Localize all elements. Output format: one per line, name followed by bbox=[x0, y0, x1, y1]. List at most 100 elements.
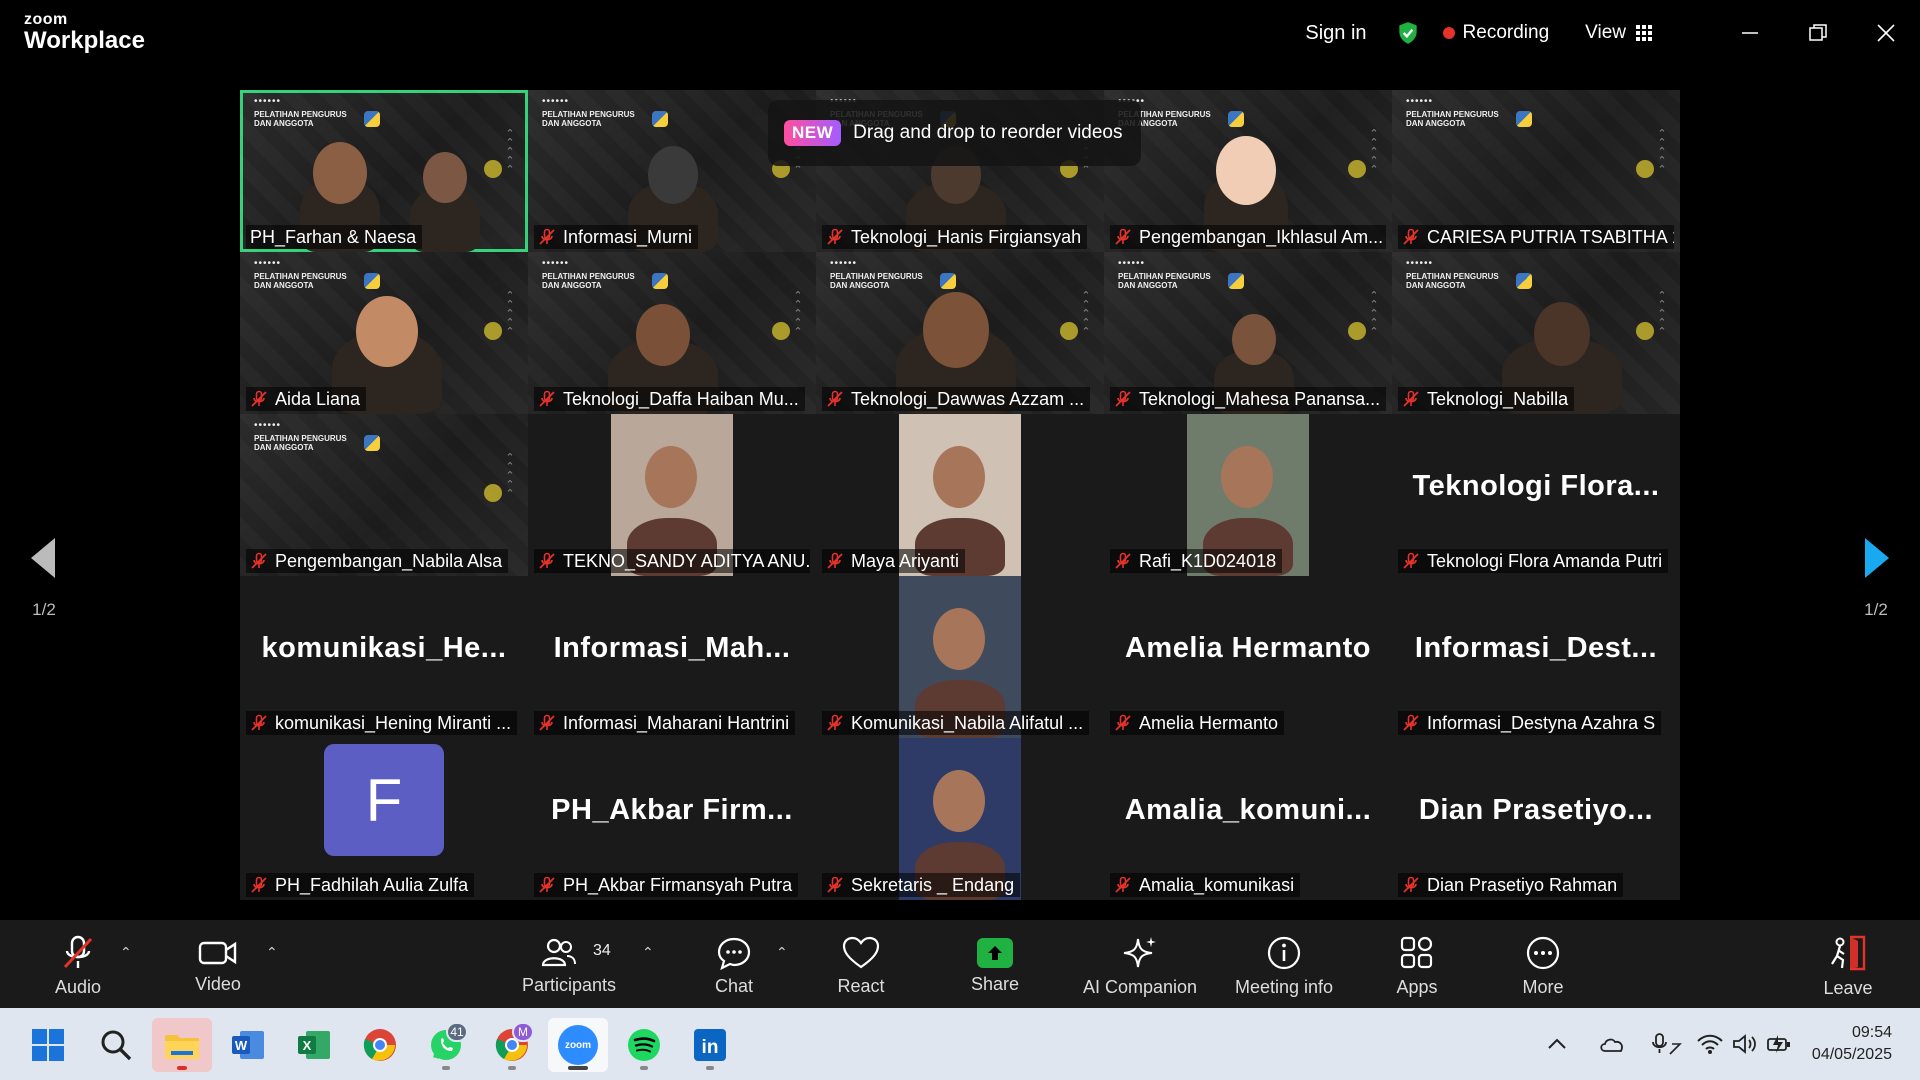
previous-page-nav[interactable]: 1/2 bbox=[14, 536, 74, 620]
taskbar-chrome-profile[interactable]: M bbox=[484, 1018, 540, 1072]
taskbar-excel[interactable]: X bbox=[286, 1018, 342, 1072]
participant-video-tile[interactable]: komunikasi_He... komunikasi_Hening Mirant… bbox=[240, 576, 528, 738]
participant-video-tile[interactable]: F PH_Fadhilah Aulia Zulfa bbox=[240, 738, 528, 900]
word-icon: W bbox=[232, 1031, 264, 1059]
ai-companion-button[interactable]: AI Companion bbox=[1080, 926, 1200, 1006]
leave-button[interactable]: Leave bbox=[1810, 926, 1886, 1006]
taskbar-spotify[interactable] bbox=[616, 1018, 672, 1072]
share-label: Share bbox=[970, 973, 1020, 994]
mic-off-icon bbox=[827, 228, 843, 245]
previous-page-arrow-icon[interactable] bbox=[29, 536, 59, 580]
participant-video-tile[interactable]: Amalia_komuni... Amalia_komunikasi bbox=[1104, 738, 1392, 900]
heart-icon bbox=[842, 936, 880, 968]
slide-dots: •••••• bbox=[254, 96, 282, 107]
taskbar-zoom[interactable]: zoom bbox=[548, 1018, 608, 1072]
participant-name: Teknologi_Nabilla bbox=[1427, 388, 1569, 409]
reorder-tip-banner: NEW Drag and drop to reorder videos bbox=[768, 100, 1141, 166]
participants-button[interactable]: Participants bbox=[514, 926, 624, 1006]
audio-options-chevron-icon[interactable]: ⌃ bbox=[120, 944, 132, 961]
meeting-toolbar: Audio ⌃ Video ⌃ Participants 34 ⌃ Chat ⌃… bbox=[0, 920, 1920, 1008]
search-button[interactable] bbox=[88, 1018, 144, 1072]
participant-video-tile[interactable]: ••••••PELATIHAN PENGURUS DAN ANGGOTA⌃⌃⌃⌃… bbox=[240, 90, 528, 252]
participant-video-tile[interactable]: Rafi_K1D024018 bbox=[1104, 414, 1392, 576]
python-logo-icon bbox=[364, 111, 380, 127]
participant-video-tile[interactable]: Amelia Hermanto Amelia Hermanto bbox=[1104, 576, 1392, 738]
taskbar-linkedin[interactable]: in bbox=[682, 1018, 738, 1072]
audio-button[interactable]: Audio bbox=[44, 926, 112, 1006]
chat-options-chevron-icon[interactable]: ⌃ bbox=[776, 944, 788, 961]
python-logo-icon bbox=[364, 273, 380, 289]
svg-text:X: X bbox=[303, 1038, 312, 1053]
participant-video-tile[interactable]: ••••••PELATIHAN PENGURUS DAN ANGGOTA⌃⌃⌃⌃… bbox=[240, 414, 528, 576]
participant-video-tile[interactable]: ••••••PELATIHAN PENGURUS DAN ANGGOTA⌃⌃⌃⌃… bbox=[1392, 252, 1680, 414]
minimize-button[interactable] bbox=[1716, 0, 1784, 66]
participant-video-tile[interactable]: Informasi_Mah... Informasi_Maharani Hantr… bbox=[528, 576, 816, 738]
slide-dots: •••••• bbox=[830, 258, 858, 269]
more-button[interactable]: More bbox=[1508, 926, 1578, 1006]
share-button[interactable]: Share bbox=[962, 926, 1028, 1006]
taskbar-file-explorer[interactable] bbox=[152, 1018, 212, 1072]
participant-video-tile[interactable]: ••••••PELATIHAN PENGURUS DAN ANGGOTA⌃⌃⌃⌃… bbox=[1104, 90, 1392, 252]
participant-video-tile[interactable]: ••••••PELATIHAN PENGURUS DAN ANGGOTA⌃⌃⌃⌃… bbox=[528, 252, 816, 414]
participant-name-label: Pengembangan_Nabila Alsa bbox=[246, 549, 509, 573]
decorative-dot bbox=[1348, 322, 1366, 340]
recording-indicator[interactable]: Recording bbox=[1442, 22, 1549, 44]
next-page-nav[interactable]: 1/2 bbox=[1846, 536, 1906, 620]
participant-display-name: Dian Prasetiyo... bbox=[1418, 794, 1654, 826]
battery-charging-icon[interactable] bbox=[1766, 1033, 1794, 1055]
react-button[interactable]: React bbox=[826, 926, 896, 1006]
view-button[interactable]: View bbox=[1585, 22, 1652, 44]
meeting-info-button[interactable]: Meeting info bbox=[1228, 926, 1340, 1006]
sign-in-link[interactable]: Sign in bbox=[1305, 22, 1366, 45]
participant-name: Pengembangan_Nabila Alsa bbox=[275, 550, 503, 571]
taskbar-whatsapp[interactable]: 41 bbox=[418, 1018, 474, 1072]
zoom-workplace-logo: zoom Workplace bbox=[24, 12, 145, 53]
participant-video-tile[interactable]: Komunikasi_Nabila Alifatul ... bbox=[816, 576, 1104, 738]
participant-name-label: Informasi_Destyna Azahra S bbox=[1398, 711, 1662, 735]
participant-face bbox=[356, 296, 418, 368]
participant-video-tile[interactable]: TEKNO_SANDY ADITYA ANU... bbox=[528, 414, 816, 576]
video-button[interactable]: Video bbox=[184, 926, 252, 1006]
taskbar-chrome[interactable] bbox=[352, 1018, 408, 1072]
participants-label: Participants bbox=[521, 974, 617, 995]
mic-off-icon bbox=[1403, 714, 1419, 731]
next-page-arrow-icon[interactable] bbox=[1861, 536, 1891, 580]
folder-icon bbox=[165, 1035, 199, 1059]
participant-video-tile[interactable]: PH_Akbar Firm... PH_Akbar Firmansyah Putr… bbox=[528, 738, 816, 900]
taskbar-word[interactable]: W bbox=[220, 1018, 276, 1072]
participant-avatar: F bbox=[324, 744, 444, 856]
slide-dots: •••••• bbox=[1118, 258, 1146, 269]
decorative-dot bbox=[1636, 160, 1654, 178]
python-logo-icon bbox=[1516, 273, 1532, 289]
participant-name-label: PH_Fadhilah Aulia Zulfa bbox=[246, 873, 475, 897]
participant-video-tile[interactable]: ••••••PELATIHAN PENGURUS DAN ANGGOTA⌃⌃⌃⌃… bbox=[1392, 90, 1680, 252]
participant-video-tile[interactable]: Dian Prasetiyo... Dian Prasetiyo Rahman bbox=[1392, 738, 1680, 900]
chevron-stack-icon: ⌃⌃⌃⌃⌃ bbox=[1369, 128, 1379, 176]
participant-name: PH_Fadhilah Aulia Zulfa bbox=[275, 874, 469, 895]
participant-video-tile[interactable]: ••••••PELATIHAN PENGURUS DAN ANGGOTA⌃⌃⌃⌃… bbox=[816, 252, 1104, 414]
microphone-in-use-icon[interactable] bbox=[1650, 1032, 1682, 1056]
wifi-icon[interactable] bbox=[1696, 1033, 1724, 1055]
participant-name-label: Teknologi Flora Amanda Putri bbox=[1398, 549, 1669, 573]
participant-video-tile[interactable]: ••••••PELATIHAN PENGURUS DAN ANGGOTA⌃⌃⌃⌃… bbox=[1104, 252, 1392, 414]
onedrive-cloud-icon[interactable] bbox=[1598, 1033, 1626, 1055]
participant-video-tile[interactable]: Maya Ariyanti bbox=[816, 414, 1104, 576]
participant-video-tile[interactable]: ••••••PELATIHAN PENGURUS DAN ANGGOTA⌃⌃⌃⌃… bbox=[240, 252, 528, 414]
chat-button[interactable]: Chat bbox=[700, 926, 768, 1006]
apps-button[interactable]: Apps bbox=[1382, 926, 1452, 1006]
logo-bottom-text: Workplace bbox=[24, 27, 145, 54]
start-button[interactable] bbox=[20, 1018, 76, 1072]
participant-video-tile[interactable]: Teknologi Flora... Teknologi Flora Amanda… bbox=[1392, 414, 1680, 576]
shield-check-icon[interactable] bbox=[1395, 20, 1421, 46]
video-options-chevron-icon[interactable]: ⌃ bbox=[266, 944, 278, 961]
close-window-button[interactable] bbox=[1852, 0, 1920, 66]
taskbar-clock[interactable]: 09:54 04/05/2025 bbox=[1812, 1022, 1892, 1066]
mic-off-icon bbox=[251, 714, 267, 731]
participants-options-chevron-icon[interactable]: ⌃ bbox=[642, 944, 654, 961]
restore-button[interactable] bbox=[1784, 0, 1852, 66]
participant-video-tile[interactable]: Informasi_Dest... Informasi_Destyna Azahr… bbox=[1392, 576, 1680, 738]
show-hidden-icons-chevron-icon[interactable] bbox=[1546, 1033, 1568, 1055]
mic-off-icon bbox=[1115, 228, 1131, 245]
volume-icon[interactable] bbox=[1732, 1033, 1760, 1055]
participant-video-tile[interactable]: Sekretaris _ Endang bbox=[816, 738, 1104, 900]
